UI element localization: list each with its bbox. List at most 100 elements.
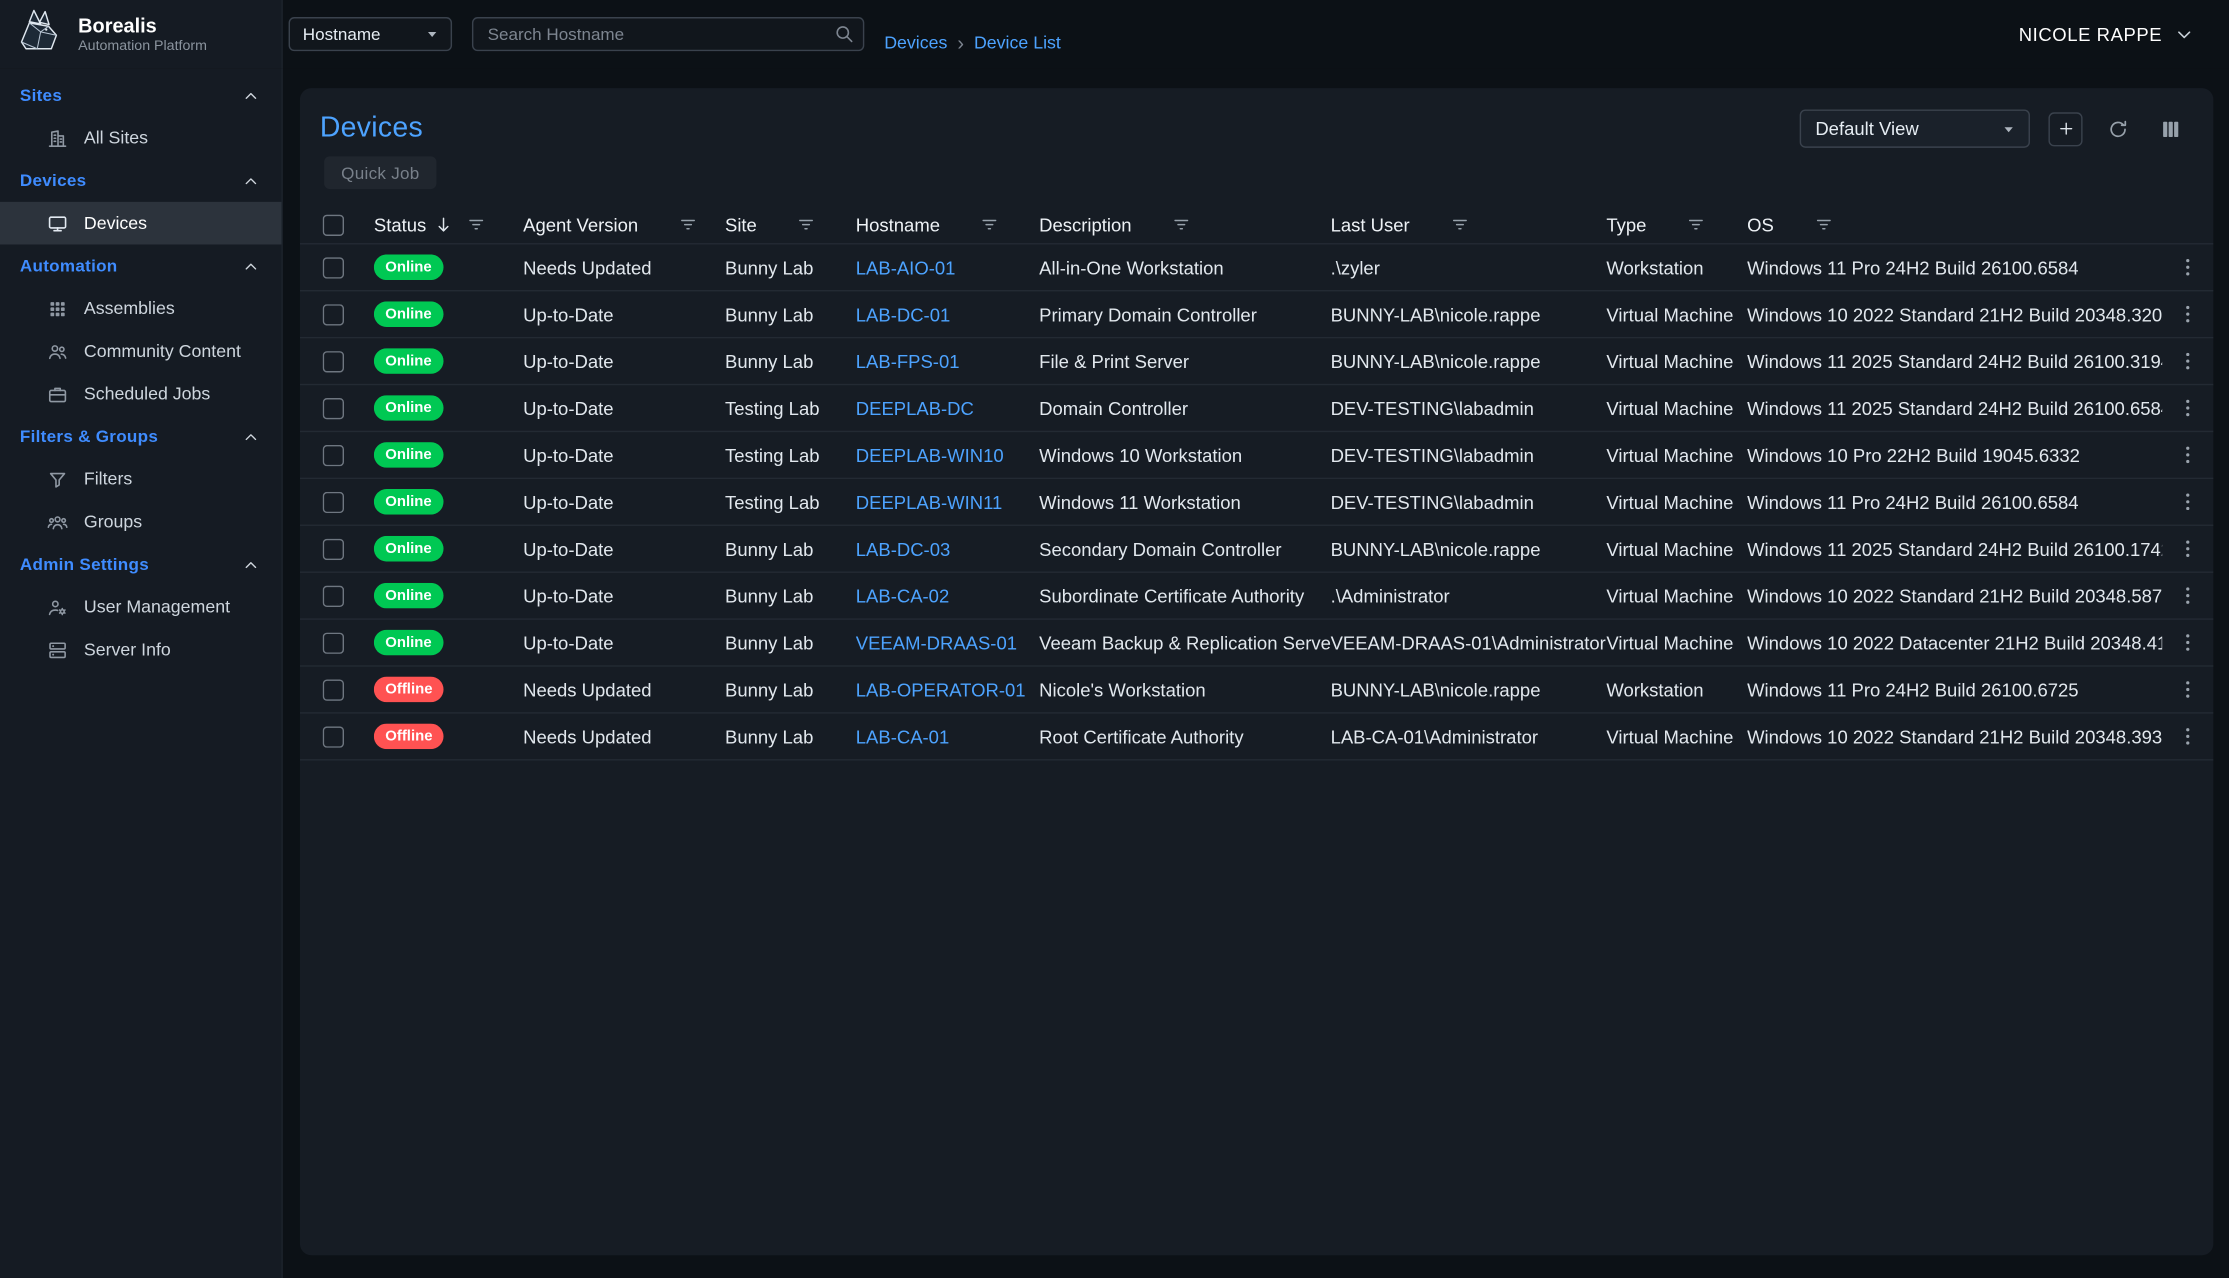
column-filter-icon[interactable] [466, 215, 486, 235]
description-cell: File & Print Server [1039, 350, 1330, 371]
status-cell: Online [374, 536, 523, 562]
search-icon[interactable] [833, 23, 854, 44]
type-cell: Virtual Machine [1606, 491, 1747, 512]
sidebar-item-community-content[interactable]: Community Content [0, 330, 281, 373]
sidebar-item-devices[interactable]: Devices [0, 202, 281, 245]
hostname-cell[interactable]: DEEPLAB-WIN10 [856, 444, 1039, 465]
row-checkbox[interactable] [323, 350, 344, 371]
row-menu-button[interactable] [2171, 672, 2205, 706]
row-checkbox[interactable] [323, 538, 344, 559]
search-field-select[interactable]: Hostname [289, 17, 452, 51]
sidebar-item-label: Server Info [84, 640, 171, 660]
quick-job-button[interactable]: Quick Job [324, 156, 437, 189]
status-cell: Online [374, 442, 523, 468]
breadcrumb: Devices › Device List [884, 33, 1061, 53]
column-filter-icon[interactable] [1686, 215, 1706, 235]
sidebar-section-devices[interactable]: Devices [0, 159, 281, 202]
table-row: OnlineUp-to-DateBunny LabLAB-DC-01Primar… [300, 291, 2213, 338]
column-header-description[interactable]: Description [1039, 214, 1330, 235]
row-menu-button[interactable] [2171, 297, 2205, 331]
row-checkbox[interactable] [323, 632, 344, 653]
sidebar-item-all-sites[interactable]: All Sites [0, 117, 281, 160]
breadcrumb-item-devices[interactable]: Devices [884, 33, 947, 53]
panel-actions: Default View [1800, 109, 2188, 147]
row-checkbox[interactable] [323, 726, 344, 747]
caret-down-icon [422, 24, 442, 44]
hostname-cell[interactable]: LAB-AIO-01 [856, 257, 1039, 278]
column-header-last-user[interactable]: Last User [1331, 214, 1607, 235]
chevron-down-icon [2174, 23, 2195, 44]
search-input[interactable] [472, 17, 864, 51]
breadcrumb-item-device-list[interactable]: Device List [974, 33, 1061, 53]
row-menu-button[interactable] [2171, 485, 2205, 519]
hostname-cell[interactable]: LAB-CA-01 [856, 726, 1039, 747]
row-menu-button[interactable] [2171, 438, 2205, 472]
column-header-hostname[interactable]: Hostname [856, 214, 1039, 235]
status-cell: Online [374, 489, 523, 515]
column-header-type[interactable]: Type [1606, 214, 1747, 235]
column-header-status[interactable]: Status [374, 214, 523, 235]
plus-icon [2056, 119, 2074, 137]
row-checkbox[interactable] [323, 491, 344, 512]
columns-icon [2159, 117, 2182, 140]
sidebar-section-sites[interactable]: Sites [0, 74, 281, 117]
column-filter-icon[interactable] [678, 215, 698, 235]
hostname-cell[interactable]: VEEAM-DRAAS-01 [856, 632, 1039, 653]
row-menu-button[interactable] [2171, 344, 2205, 378]
sidebar-item-scheduled-jobs[interactable]: Scheduled Jobs [0, 372, 281, 415]
row-checkbox[interactable] [323, 679, 344, 700]
column-filter-icon[interactable] [1171, 215, 1191, 235]
sidebar-item-server-info[interactable]: Server Info [0, 628, 281, 671]
agent-version-cell: Up-to-Date [523, 538, 725, 559]
type-cell: Virtual Machine [1606, 304, 1747, 325]
row-menu-button[interactable] [2171, 579, 2205, 613]
column-header-site[interactable]: Site [725, 214, 856, 235]
hostname-cell[interactable]: LAB-CA-02 [856, 585, 1039, 606]
hostname-cell[interactable]: LAB-OPERATOR-01 [856, 679, 1039, 700]
row-menu-button[interactable] [2171, 719, 2205, 753]
hostname-cell[interactable]: LAB-FPS-01 [856, 350, 1039, 371]
column-header-label: Agent Version [523, 214, 638, 235]
column-filter-icon[interactable] [980, 215, 1000, 235]
user-menu[interactable]: NICOLE RAPPE [2019, 23, 2195, 44]
view-select[interactable]: Default View [1800, 109, 2030, 147]
sidebar-section-automation[interactable]: Automation [0, 245, 281, 288]
site-cell: Bunny Lab [725, 726, 856, 747]
status-badge: Offline [374, 676, 444, 702]
column-filter-icon[interactable] [1814, 215, 1834, 235]
row-select-cell [323, 350, 374, 371]
row-checkbox[interactable] [323, 585, 344, 606]
hostname-cell[interactable]: LAB-DC-01 [856, 304, 1039, 325]
sidebar-item-user-management[interactable]: User Management [0, 586, 281, 629]
column-header-os[interactable]: OS [1747, 214, 2162, 235]
column-header-agent-version[interactable]: Agent Version [523, 214, 725, 235]
row-menu-button[interactable] [2171, 250, 2205, 284]
type-cell: Virtual Machine [1606, 538, 1747, 559]
columns-button[interactable] [2154, 112, 2188, 146]
row-checkbox[interactable] [323, 304, 344, 325]
hostname-cell[interactable]: DEEPLAB-WIN11 [856, 491, 1039, 512]
sort-desc-icon[interactable] [433, 215, 453, 235]
column-filter-icon[interactable] [797, 215, 817, 235]
row-menu-button[interactable] [2171, 625, 2205, 659]
row-checkbox[interactable] [323, 397, 344, 418]
hostname-cell[interactable]: DEEPLAB-DC [856, 397, 1039, 418]
sidebar-item-assemblies[interactable]: Assemblies [0, 287, 281, 330]
agent-version-cell: Needs Updated [523, 726, 725, 747]
sidebar-section-admin-settings[interactable]: Admin Settings [0, 543, 281, 586]
row-menu-button[interactable] [2171, 391, 2205, 425]
add-view-button[interactable] [2048, 112, 2082, 146]
kebab-icon [2176, 584, 2199, 607]
row-checkbox[interactable] [323, 444, 344, 465]
row-menu-button[interactable] [2171, 532, 2205, 566]
chevron-up-icon [242, 86, 260, 104]
hostname-cell[interactable]: LAB-DC-03 [856, 538, 1039, 559]
row-checkbox[interactable] [323, 257, 344, 278]
select-all-checkbox[interactable] [323, 214, 344, 235]
refresh-button[interactable] [2101, 112, 2135, 146]
column-filter-icon[interactable] [1449, 215, 1469, 235]
sidebar-item-groups[interactable]: Groups [0, 500, 281, 543]
sidebar-item-filters[interactable]: Filters [0, 458, 281, 501]
sidebar-section-filters-groups[interactable]: Filters & Groups [0, 415, 281, 458]
sidebar-item-label: Assemblies [84, 299, 175, 319]
